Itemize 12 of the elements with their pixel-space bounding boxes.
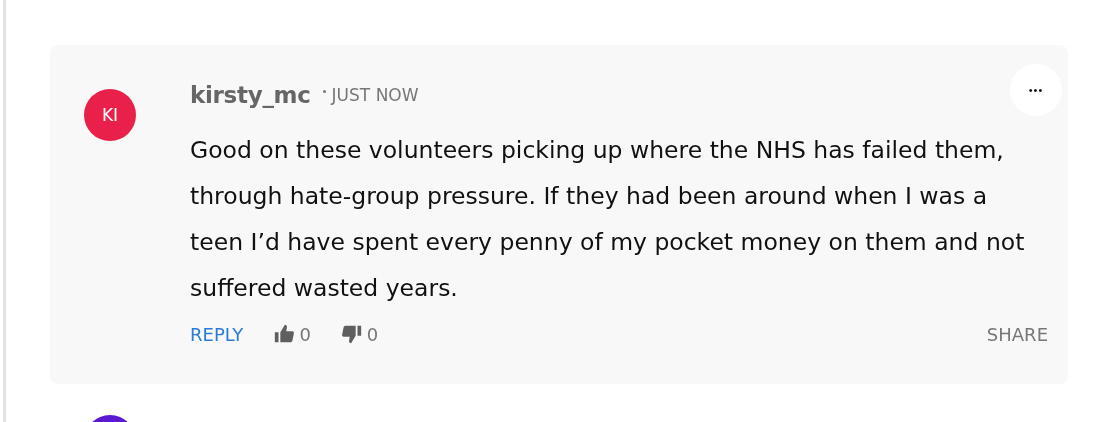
separator-dot-icon <box>322 89 326 93</box>
thumbs-down-icon <box>340 323 363 345</box>
share-link[interactable]: SHARE <box>986 323 1048 345</box>
dislike-button[interactable]: 0 <box>340 323 379 345</box>
avatar: KI <box>84 89 136 141</box>
thumbs-up-icon <box>273 323 296 345</box>
timestamp: JUST NOW <box>331 85 419 105</box>
comment-text: Good on these volunteers picking up where the NHS has failed them, through hate-group pressure. If they had been around when I was a teen I’d have spent every penny of my pocket money on them and not suffered wasted years. <box>190 135 1026 304</box>
reply-link[interactable]: REPLY <box>190 323 244 345</box>
username[interactable]: kirsty_mc <box>190 82 311 108</box>
more-button[interactable]: ••• <box>1010 64 1062 116</box>
like-button[interactable]: 0 <box>273 323 311 345</box>
